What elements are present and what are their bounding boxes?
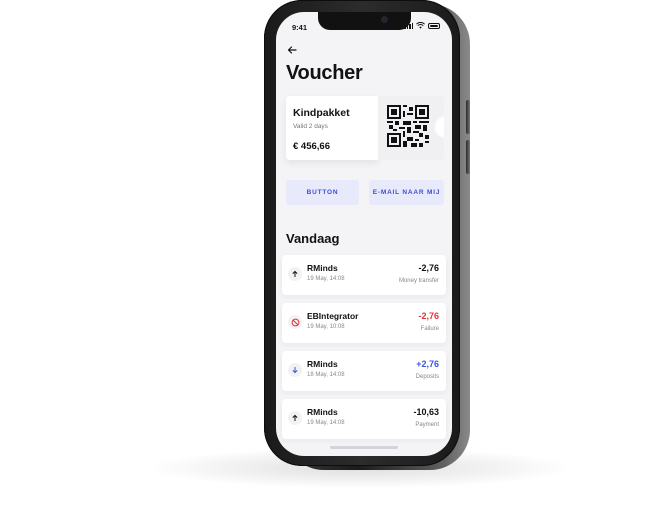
transaction-row[interactable]: RMinds 18 May, 14:08 +2,76 Deposits bbox=[282, 351, 446, 391]
transaction-date: 19 May, 14:08 bbox=[307, 420, 345, 426]
transaction-amount: +2,76 bbox=[416, 359, 439, 369]
transaction-type: Deposits bbox=[415, 374, 439, 380]
voucher-qr-panel bbox=[378, 96, 444, 160]
battery-icon bbox=[428, 22, 440, 29]
mockup-stage: 9:41 Voucher Kindpakket Valid 2 days € 4… bbox=[0, 0, 645, 514]
transaction-date: 18 May, 14:08 bbox=[307, 372, 345, 378]
section-title: Vandaag bbox=[286, 231, 340, 246]
home-indicator[interactable] bbox=[330, 446, 398, 449]
transaction-name: RMinds bbox=[307, 407, 338, 417]
phone-notch bbox=[318, 12, 411, 30]
transaction-type: Money transfer bbox=[398, 278, 439, 284]
phone-screen: 9:41 Voucher Kindpakket Valid 2 days € 4… bbox=[276, 12, 452, 456]
transaction-row[interactable]: RMinds 19 May, 14:08 -2,76 Money transfe… bbox=[282, 255, 446, 295]
transaction-amount: -2,76 bbox=[418, 311, 439, 321]
voucher-card[interactable]: Kindpakket Valid 2 days € 456,66 bbox=[286, 96, 378, 160]
arrow-down-icon bbox=[288, 363, 302, 377]
arrow-up-icon bbox=[288, 411, 302, 425]
page-title: Voucher bbox=[286, 62, 363, 84]
transaction-type: Failure bbox=[420, 326, 439, 332]
transaction-name: EBIntegrator bbox=[307, 311, 359, 321]
transaction-name: RMinds bbox=[307, 263, 338, 273]
transaction-date: 19 May, 10:08 bbox=[307, 324, 345, 330]
arrow-up-icon bbox=[288, 267, 302, 281]
back-arrow-icon[interactable] bbox=[286, 44, 298, 56]
voucher-validity: Valid 2 days bbox=[293, 123, 328, 130]
transaction-row[interactable]: RMinds 19 May, 14:08 -10,63 Payment bbox=[282, 399, 446, 439]
transaction-type: Payment bbox=[415, 422, 439, 428]
camera-icon bbox=[381, 16, 388, 23]
email-to-me-button[interactable]: E-MAIL NAAR MIJ bbox=[369, 180, 444, 205]
transaction-row[interactable]: EBIntegrator 19 May, 10:08 -2,76 Failure bbox=[282, 303, 446, 343]
volume-button bbox=[466, 140, 470, 174]
voucher-amount: € 456,66 bbox=[293, 141, 330, 152]
primary-button[interactable]: BUTTON bbox=[286, 180, 359, 205]
ticket-notch bbox=[434, 116, 444, 138]
transaction-amount: -10,63 bbox=[413, 407, 439, 417]
transaction-amount: -2,76 bbox=[418, 263, 439, 273]
wifi-icon bbox=[416, 22, 425, 29]
volume-button bbox=[466, 100, 470, 134]
transaction-date: 19 May, 14:08 bbox=[307, 276, 345, 282]
status-time: 9:41 bbox=[292, 23, 308, 32]
blocked-icon bbox=[288, 315, 302, 329]
transaction-name: RMinds bbox=[307, 359, 338, 369]
qr-code-icon bbox=[387, 105, 429, 147]
voucher-name: Kindpakket bbox=[293, 107, 350, 119]
